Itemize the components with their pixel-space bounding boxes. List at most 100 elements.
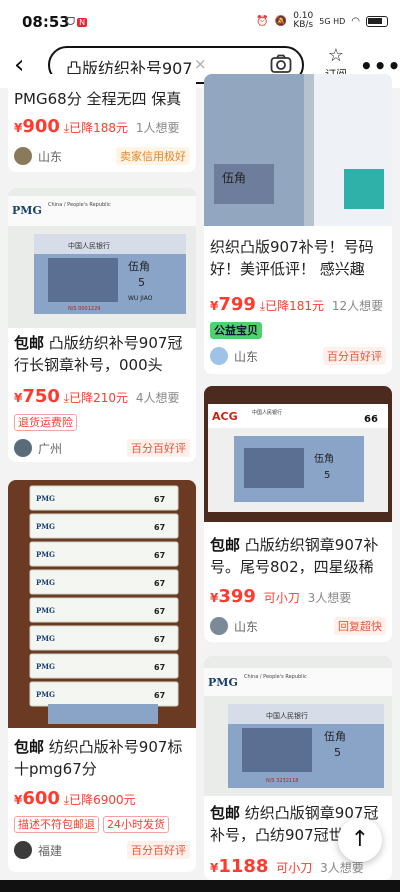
charity-badge: 公益宝贝 — [210, 322, 262, 339]
mute-icon: 🔕 — [274, 15, 288, 27]
price-row: ¥399 可小刀 3人想要 — [210, 586, 351, 607]
product-card[interactable]: PMG68分 全程无四 保真 ¥900 ⤓已降188元 1人想要 山东 卖家信用… — [8, 74, 196, 172]
seller-location: 山东 — [234, 620, 259, 634]
shipping-badge: 24小时发货 — [103, 816, 169, 833]
svg-text:中国人民银行: 中国人民银行 — [68, 241, 110, 250]
svg-text:67: 67 — [154, 523, 165, 532]
notification-icon: ᗜ — [66, 15, 76, 28]
price-drop: 已降181元 — [265, 299, 324, 313]
svg-text:5: 5 — [324, 470, 330, 481]
svg-text:67: 67 — [154, 635, 165, 644]
svg-text:China / People's Republic: China / People's Republic — [48, 202, 111, 208]
svg-text:PMG: PMG — [36, 494, 55, 503]
product-price: ¥399 — [210, 586, 256, 607]
svg-text:伍角: 伍角 — [222, 171, 246, 185]
price-drop: 已降6900元 — [69, 793, 136, 807]
alarm-icon: ⏰ — [256, 15, 269, 27]
price-drop: 已降210元 — [69, 391, 128, 405]
want-count: 4人想要 — [135, 391, 180, 405]
credit-badge: 回复超快 — [334, 617, 386, 635]
price-row: ¥600 ⤓已降6900元 — [14, 788, 136, 809]
svg-text:67: 67 — [154, 663, 165, 672]
price-negotiable: 可小刀 — [276, 861, 313, 875]
price-negotiable: 可小刀 — [263, 591, 300, 605]
subscribe-icon: ☆ — [327, 45, 345, 66]
product-title: 包邮 凸版纺织补号907冠行长钢章补号，000头 — [14, 334, 183, 374]
svg-text:中国人民银行: 中国人民银行 — [252, 409, 282, 416]
avatar — [14, 439, 32, 457]
arrow-up-icon: ↑ — [350, 827, 370, 852]
seller-location: 山东 — [38, 150, 63, 164]
free-shipping-tag: 包邮 — [210, 804, 241, 822]
svg-text:67: 67 — [154, 691, 165, 700]
product-title: 包邮 凸版纺织钢章907补号。尾号802，四星级稀 — [210, 536, 379, 576]
product-image: PMG China / People's Republic 中国人民银行 伍角 … — [204, 656, 392, 796]
free-shipping-tag: 包邮 — [14, 334, 45, 352]
signal-icon: 5G HD — [319, 16, 346, 26]
svg-text:N/S 0001229: N/S 0001229 — [68, 306, 100, 312]
svg-text:伍角: 伍角 — [324, 730, 346, 743]
product-title: 包邮 纺织凸版补号907标十pmg67分 — [14, 738, 183, 778]
refund-badge: 描述不符包邮退 — [14, 816, 99, 833]
product-card[interactable]: ACG 中国人民银行 66 伍角 5 包邮 凸版纺织钢章907补号。尾号802，… — [204, 386, 392, 642]
scroll-to-top-button[interactable]: ↑ — [338, 818, 382, 862]
clear-icon[interactable]: × — [194, 55, 207, 73]
want-count: 3人想要 — [307, 591, 352, 605]
product-card[interactable]: 伍角 织织凸版907补号！号码好！美评低评！ 感兴趣 ¥799 ⤓已降181元 … — [204, 74, 392, 374]
svg-text:PMG: PMG — [36, 578, 55, 587]
free-shipping-tag: 包邮 — [14, 738, 45, 756]
credit-badge: 百分百好评 — [127, 841, 190, 859]
price-row: ¥900 ⤓已降188元 1人想要 — [14, 116, 179, 137]
svg-text:PMG: PMG — [36, 634, 55, 643]
svg-text:PMG: PMG — [36, 522, 55, 531]
svg-text:PMG: PMG — [12, 204, 42, 217]
status-right-icons: ⏰ 🔕 0.10 KB/s 5G HD ◠ — [256, 12, 388, 30]
product-image: PMG PMG PMG PMG PMG PMG PMG PMG 67 67 67… — [8, 480, 196, 728]
price-row: ¥750 ⤓已降210元 4人想要 — [14, 386, 179, 407]
camera-icon[interactable] — [270, 54, 292, 74]
product-price: ¥799 — [210, 294, 256, 315]
svg-text:N/S 3232118: N/S 3232118 — [266, 778, 298, 784]
notification-icons: ᗜN — [66, 15, 88, 29]
svg-text:ACG: ACG — [212, 410, 238, 423]
net-speed: 0.10 KB/s — [293, 11, 314, 30]
status-time: 08:53 — [22, 13, 70, 31]
svg-text:WU JIAO: WU JIAO — [128, 295, 153, 302]
avatar — [210, 347, 228, 365]
price-row: ¥1188 可小刀 3人想要 — [210, 856, 364, 877]
svg-text:5: 5 — [138, 276, 145, 289]
seller-location: 广州 — [38, 442, 63, 456]
product-title: PMG68分 全程无四 保真 — [14, 90, 182, 108]
seller-row: 山东 回复超快 — [210, 616, 386, 636]
want-count: 3人想要 — [320, 861, 364, 875]
product-price: ¥900 — [14, 116, 60, 137]
credit-badge: 百分百好评 — [323, 347, 386, 365]
seller-row: 山东 卖家信用极好 — [14, 146, 190, 166]
badges: 描述不符包邮退 24小时发货 — [14, 816, 169, 833]
seller-location: 山东 — [234, 350, 259, 364]
credit-badge: 卖家信用极好 — [116, 147, 190, 165]
product-price: ¥600 — [14, 788, 60, 809]
product-title: 织织凸版907补号！号码好！美评低评！ 感兴趣 — [210, 238, 374, 278]
insurance-badge: 退货运费险 — [14, 414, 77, 431]
svg-text:66: 66 — [364, 414, 378, 425]
svg-text:PMG: PMG — [208, 676, 238, 689]
svg-text:PMG: PMG — [36, 550, 55, 559]
product-price: ¥750 — [14, 386, 60, 407]
product-card[interactable]: PMG PMG PMG PMG PMG PMG PMG PMG 67 67 67… — [8, 480, 196, 872]
svg-text:中国人民银行: 中国人民银行 — [266, 711, 308, 720]
seller-row: 福建 百分百好评 — [14, 840, 190, 860]
seller-row: 山东 百分百好评 — [210, 346, 386, 366]
svg-text:伍角: 伍角 — [128, 260, 150, 273]
badges: 退货运费险 — [14, 414, 77, 431]
seller-row: 广州 百分百好评 — [14, 438, 190, 458]
svg-text:伍角: 伍角 — [314, 453, 334, 465]
avatar — [210, 617, 228, 635]
status-bar: 08:53 ᗜN ⏰ 🔕 0.10 KB/s 5G HD ◠ — [0, 0, 400, 44]
price-drop: 已降188元 — [69, 121, 128, 135]
product-image: PMG China / People's Republic 中国人民银行 伍角 … — [8, 188, 196, 328]
product-image: 伍角 — [204, 74, 392, 226]
free-shipping-tag: 包邮 — [210, 536, 241, 554]
product-card[interactable]: PMG China / People's Republic 中国人民银行 伍角 … — [8, 188, 196, 462]
svg-text:China / People's Republic: China / People's Republic — [244, 674, 307, 680]
